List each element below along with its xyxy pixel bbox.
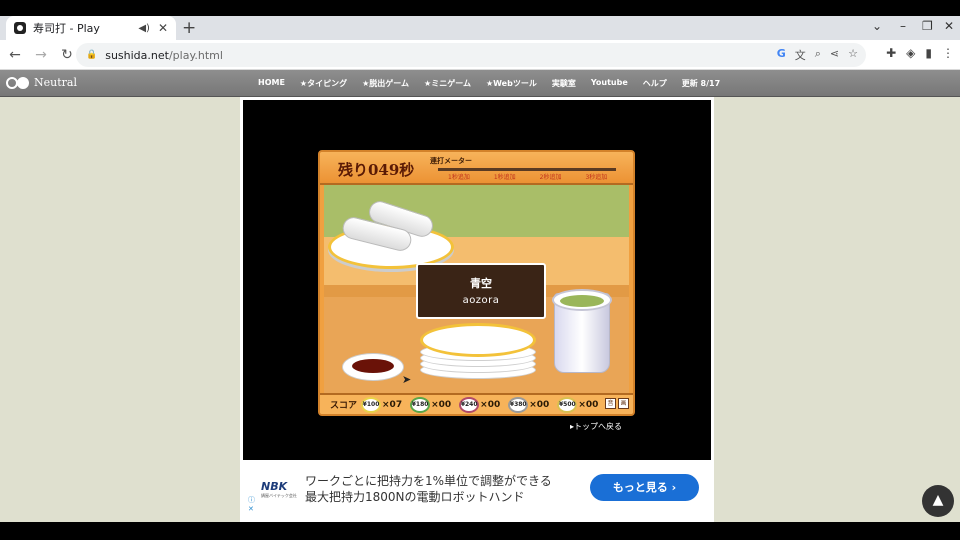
- url-host: sushida.net: [105, 48, 169, 62]
- nav-item-web-tools[interactable]: ★Webツール: [486, 78, 537, 89]
- plate-price: ¥240: [459, 396, 480, 413]
- bookmark-star-icon[interactable]: ☆: [848, 47, 858, 63]
- ad-brand-subtitle: 鍋屋バイテック会社: [261, 493, 297, 498]
- menu-icon[interactable]: ⋮: [942, 46, 954, 60]
- browser-window: 寿司打 - Play ◀) ✕ + ⌄ – ❐ ✕ ← → ↻ 🔒 sushid…: [0, 0, 960, 540]
- ad-brand-logo: NBK: [261, 480, 288, 493]
- combo-tick: 3秒追加: [585, 174, 608, 181]
- combo-tick: 1秒追加: [493, 174, 516, 181]
- plate-count: ×00: [480, 399, 501, 410]
- combo-tick: 2秒追加: [539, 174, 562, 181]
- bottom-bar: [0, 522, 960, 540]
- plate-count: ×00: [431, 399, 452, 410]
- tab-title: 寿司打 - Play: [33, 22, 100, 35]
- game-header: 残り049秒 連打メーター 1秒追加 1秒追加 2秒追加 3秒追加: [320, 152, 633, 185]
- browser-tab[interactable]: 寿司打 - Play ◀) ✕: [6, 16, 176, 40]
- share-icon[interactable]: ⋖: [830, 47, 839, 63]
- plate-counter-100: ¥100 ×07: [361, 396, 403, 413]
- tab-search-icon[interactable]: ⌄: [872, 19, 882, 33]
- green-tea: [560, 295, 604, 307]
- plate-price: ¥500: [557, 396, 578, 413]
- nav-menu: HOME ★タイピング ★脱出ゲーム ★ミニゲーム ★Webツール 実験室 Yo…: [258, 78, 720, 89]
- soy-sauce: [352, 359, 394, 373]
- score-label: スコア: [330, 401, 358, 411]
- plate-count: ×00: [529, 399, 550, 410]
- nav-item-lab[interactable]: 実験室: [552, 78, 576, 89]
- plate-price: ¥180: [410, 396, 431, 413]
- sushida-favicon-icon: [14, 22, 26, 34]
- typing-prompt: 青空 aozora: [416, 263, 546, 319]
- nav-item-help[interactable]: ヘルプ: [643, 78, 667, 89]
- plate-count: ×00: [578, 399, 599, 410]
- speaker-icon[interactable]: ◀): [138, 23, 150, 34]
- logo-text: Neutral: [34, 76, 77, 89]
- screen-icon[interactable]: 画: [618, 398, 629, 409]
- plate-price: ¥100: [361, 396, 382, 413]
- combo-meter-bar: [438, 168, 616, 171]
- tab-close-icon[interactable]: ✕: [158, 21, 168, 35]
- plate-count: ×07: [382, 399, 403, 410]
- time-remaining: 残り049秒: [338, 161, 415, 179]
- browser-toolbar: ← → ↻ 🔒 sushida.net /play.html G ⽂ ⌕ ⋖ ☆…: [0, 40, 960, 70]
- mouse-cursor-icon: ➤: [402, 373, 412, 386]
- prompt-japanese: 青空: [470, 277, 492, 290]
- combo-tick: 1秒追加: [448, 174, 470, 181]
- new-tab-button[interactable]: +: [182, 18, 196, 38]
- window-close-icon[interactable]: ✕: [944, 19, 954, 33]
- stacked-plates-illustration: [420, 323, 536, 379]
- combo-meter-ticks: 1秒追加 1秒追加 2秒追加 3秒追加: [448, 172, 607, 181]
- back-to-top-link[interactable]: ▸トップへ戻る: [570, 421, 622, 432]
- scroll-to-top-button[interactable]: ▲: [922, 485, 954, 517]
- lock-icon[interactable]: 🔒: [86, 50, 97, 60]
- forward-icon[interactable]: →: [30, 47, 52, 63]
- google-icon[interactable]: G: [777, 47, 786, 63]
- tab-strip: 寿司打 - Play ◀) ✕ + ⌄ – ❐ ✕: [0, 0, 960, 40]
- reading-mode-icon[interactable]: ◈: [906, 46, 915, 60]
- address-bar[interactable]: 🔒 sushida.net /play.html G ⽂ ⌕ ⋖ ☆: [76, 43, 866, 67]
- sushida-game[interactable]: 残り049秒 連打メーター 1秒追加 1秒追加 2秒追加 3秒追加 ➤ 青空 a…: [318, 150, 635, 416]
- plate-counter-500: ¥500 ×00: [557, 396, 599, 413]
- ad-cta-button[interactable]: もっと見る ›: [590, 474, 699, 501]
- nav-item-update[interactable]: 更新 8/17: [682, 78, 720, 89]
- game-scene: ➤ 青空 aozora: [324, 185, 629, 393]
- ad-info-icons[interactable]: ⓘ ✕: [248, 496, 255, 514]
- plate-price: ¥380: [508, 396, 529, 413]
- game-settings-icons: 音 画: [605, 398, 629, 409]
- ad-subheadline: 最大把持力1800Nの電動ロボットハンド: [305, 490, 525, 504]
- restore-icon[interactable]: ❐: [922, 19, 933, 33]
- ad-headline: ワークごとに把持力を1%単位で調整ができる: [305, 474, 552, 488]
- nav-item-home[interactable]: HOME: [258, 78, 285, 89]
- plate-counter-180: ¥180 ×00: [410, 396, 452, 413]
- zoom-icon[interactable]: ⌕: [815, 47, 821, 63]
- nav-item-escape-game[interactable]: ★脱出ゲーム: [362, 78, 409, 89]
- extensions-icon[interactable]: ✚: [886, 46, 896, 60]
- nav-item-mini-game[interactable]: ★ミニゲーム: [424, 78, 471, 89]
- site-nav: Neutral HOME ★タイピング ★脱出ゲーム ★ミニゲーム ★Webツー…: [0, 70, 960, 97]
- advertisement-banner[interactable]: NBK 鍋屋バイテック会社 ワークごとに把持力を1%単位で調整ができる 最大把持…: [247, 460, 707, 516]
- plate-counter-380: ¥380 ×00: [508, 396, 550, 413]
- plate-counter-240: ¥240 ×00: [459, 396, 501, 413]
- score-bar: スコア ¥100 ×07 ¥180 ×00 ¥240 ×00 ¥380 ×00 …: [320, 393, 633, 414]
- sound-icon[interactable]: 音: [605, 398, 616, 409]
- translate-icon[interactable]: ⽂: [795, 47, 806, 63]
- side-panel-icon[interactable]: ▮: [925, 46, 932, 60]
- neutral-logo[interactable]: Neutral: [6, 76, 77, 89]
- minimize-icon[interactable]: –: [900, 19, 906, 33]
- combo-meter-label: 連打メーター: [430, 157, 472, 165]
- nav-item-youtube[interactable]: Youtube: [591, 78, 628, 89]
- url-path: /play.html: [168, 48, 223, 62]
- logo-icon: [6, 76, 30, 89]
- back-icon[interactable]: ←: [4, 47, 26, 63]
- reload-icon[interactable]: ↻: [56, 47, 78, 63]
- nav-item-typing[interactable]: ★タイピング: [300, 78, 347, 89]
- prompt-romaji: aozora: [462, 295, 500, 306]
